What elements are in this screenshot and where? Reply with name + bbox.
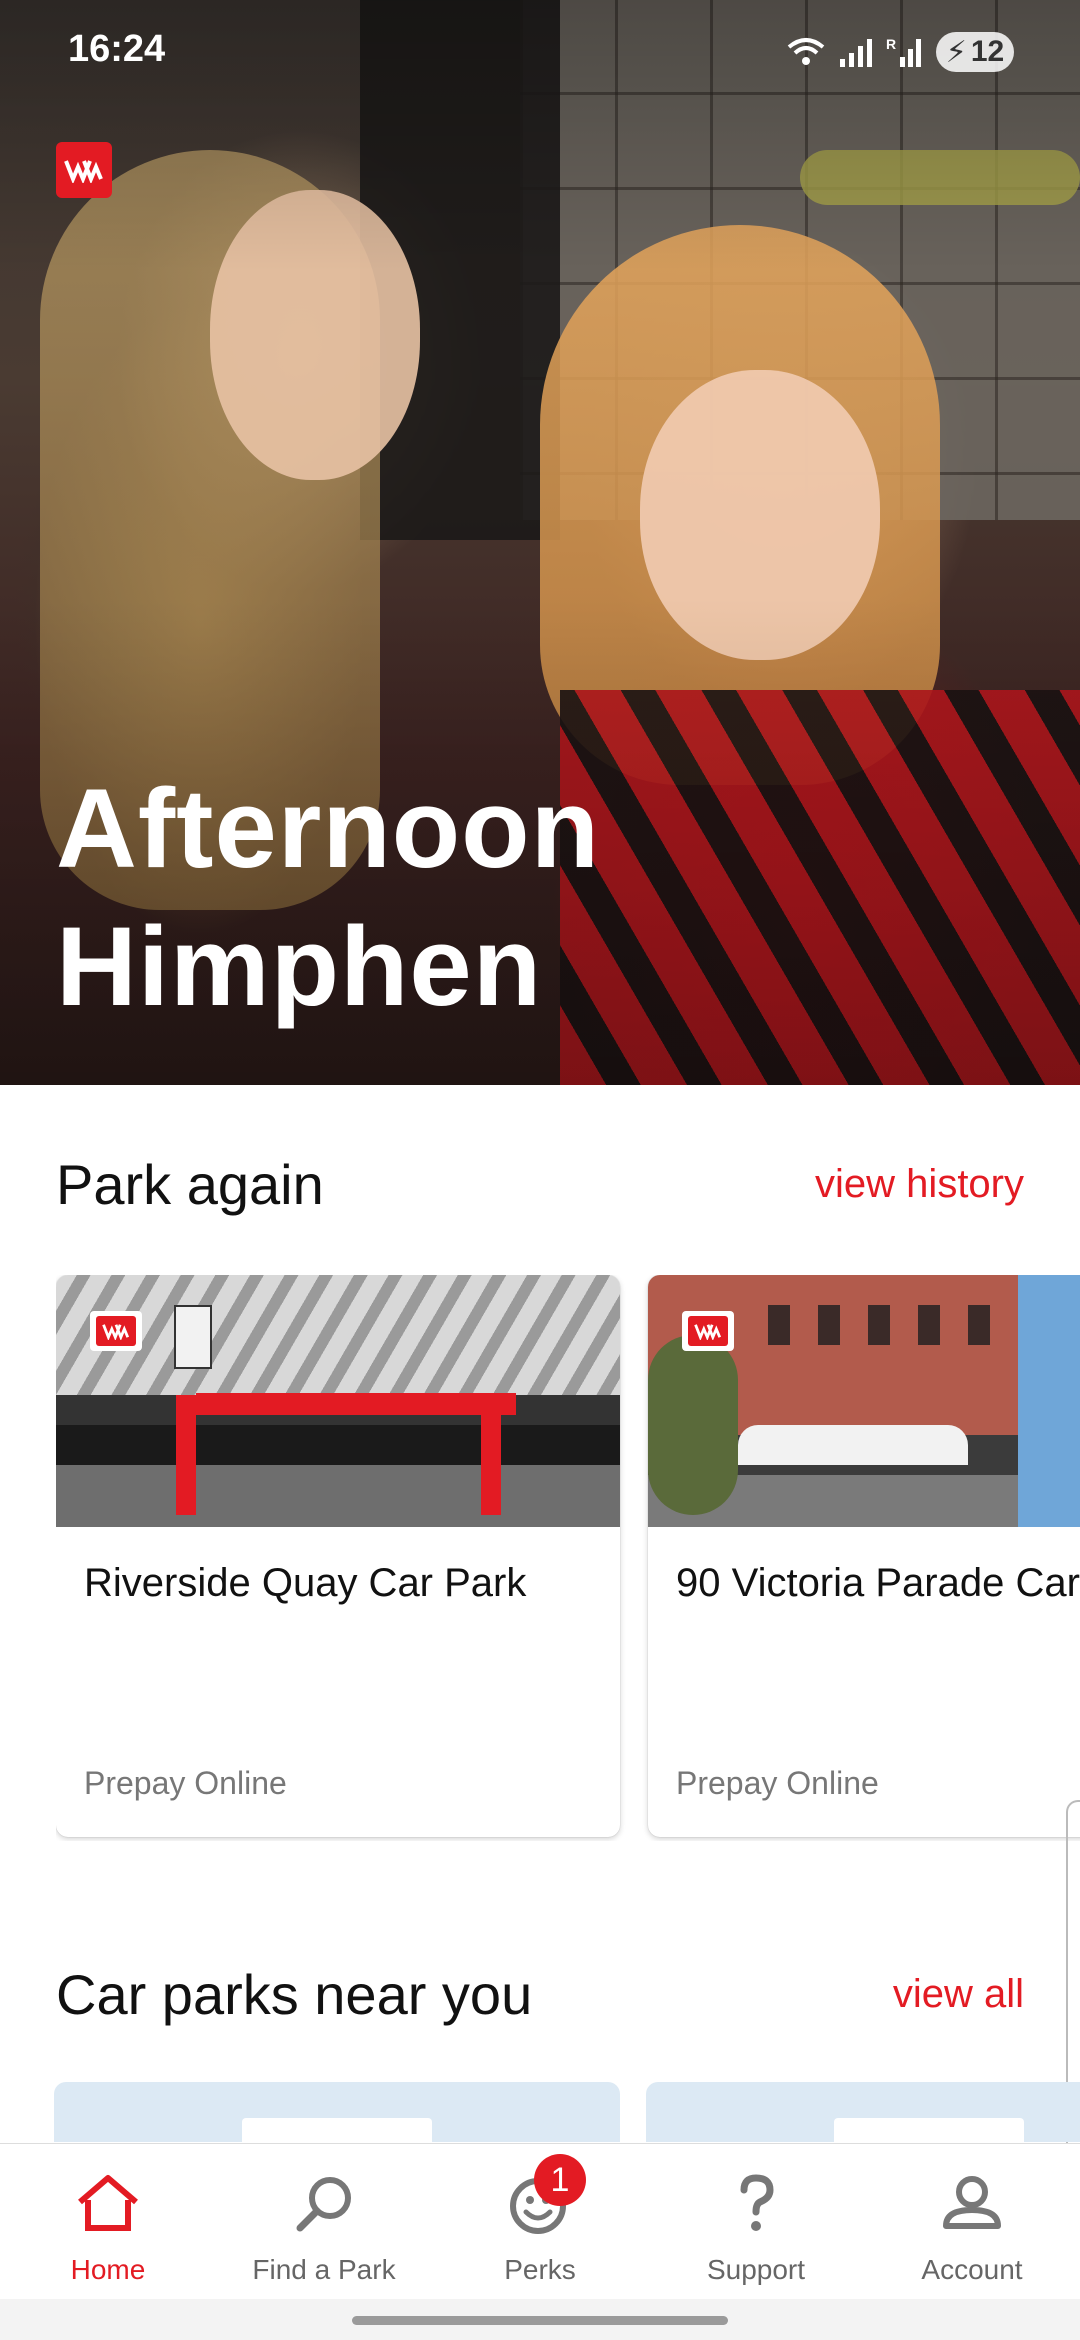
card-wilson-logo [682, 1311, 734, 1351]
photo-entrance-band [196, 1393, 516, 1415]
photo-window [768, 1305, 790, 1345]
photo-window [918, 1305, 940, 1345]
card-wilson-logo-mark [96, 1316, 136, 1346]
signal-roaming-icon: R [886, 36, 921, 67]
card-wilson-logo-mark [688, 1316, 728, 1346]
nav-account[interactable]: Account [864, 2144, 1080, 2300]
nav-find-a-park[interactable]: Find a Park [216, 2144, 432, 2300]
battery-level: 12 [970, 35, 1005, 68]
nav-account-label: Account [921, 2254, 1023, 2285]
park-again-carousel[interactable]: Riverside Quay Car Park Prepay Online 90… [56, 1275, 1080, 1841]
wilson-logo [56, 142, 112, 198]
wifi-icon [787, 38, 825, 65]
car-park-card[interactable]: Riverside Quay Car Park Prepay Online [56, 1275, 620, 1837]
view-history-link[interactable]: view history [815, 1162, 1024, 1207]
map-preview-label [242, 2118, 432, 2142]
car-park-subtitle: Prepay Online [84, 1765, 287, 1801]
battery-indicator: ⚡ 12 [936, 32, 1014, 72]
svg-text:R: R [886, 36, 896, 52]
view-all-link[interactable]: view all [893, 1972, 1024, 2017]
photo-post-right [481, 1395, 501, 1515]
near-you-carousel[interactable] [54, 2082, 1080, 2142]
park-again-header: Park again view history [56, 1152, 1024, 1217]
status-icons: R ⚡ 12 [786, 32, 1014, 72]
car-park-name: Riverside Quay Car Park [84, 1561, 527, 1605]
nav-perks[interactable]: 1 Perks [432, 2144, 648, 2300]
car-park-name: 90 Victoria Parade Car Park [676, 1561, 1080, 1605]
status-time: 16:24 [68, 28, 166, 70]
perks-badge: 1 [534, 2154, 586, 2206]
park-again-title: Park again [56, 1153, 324, 1216]
nav-find-a-park-label: Find a Park [252, 2254, 396, 2285]
photo-awning [738, 1425, 968, 1465]
card-wilson-logo [90, 1311, 142, 1351]
car-park-subtitle: Prepay Online [676, 1765, 879, 1801]
nav-perks-label: Perks [504, 2254, 576, 2285]
photo-tree [648, 1335, 738, 1515]
near-you-title: Car parks near you [56, 1963, 533, 2026]
photo-window [868, 1305, 890, 1345]
wilson-logo-mark [64, 160, 103, 183]
nav-support-label: Support [706, 2254, 806, 2285]
signal-icon [840, 39, 872, 67]
wilson-logo-icon [694, 1324, 722, 1340]
nav-home[interactable]: Home [0, 2144, 216, 2300]
car-park-card[interactable]: 90 Victoria Parade Car Park Prepay Onlin… [648, 1275, 1080, 1837]
home-icon [68, 2164, 148, 2244]
near-car-park-card[interactable] [646, 2082, 1080, 2142]
bottom-navigation: Home Find a Park 1 Perks Support Account [0, 2143, 1080, 2300]
photo-window [968, 1305, 990, 1345]
near-you-header: Car parks near you view all [56, 1962, 1024, 2027]
question-icon [716, 2164, 796, 2244]
photo-parking-sign [174, 1305, 212, 1369]
smiley-icon: 1 [500, 2154, 586, 2244]
search-icon [284, 2164, 364, 2244]
user-icon [932, 2164, 1012, 2244]
nav-support[interactable]: Support [648, 2144, 864, 2300]
status-bar: 16:24 R ⚡ 12 [0, 0, 1080, 100]
greeting-line-1: Afternoon [56, 766, 601, 891]
greeting-title: Afternoon Himphen [56, 760, 956, 1036]
greeting-user-name: Himphen [56, 904, 543, 1029]
home-gesture-bar[interactable] [352, 2316, 728, 2325]
nav-home-label: Home [70, 2254, 146, 2285]
photo-post-left [176, 1395, 196, 1515]
wilson-logo-icon [102, 1324, 130, 1340]
near-car-park-card[interactable] [54, 2082, 620, 2142]
charging-icon: ⚡ [945, 35, 967, 69]
map-preview-label [834, 2118, 1024, 2142]
photo-window [818, 1305, 840, 1345]
